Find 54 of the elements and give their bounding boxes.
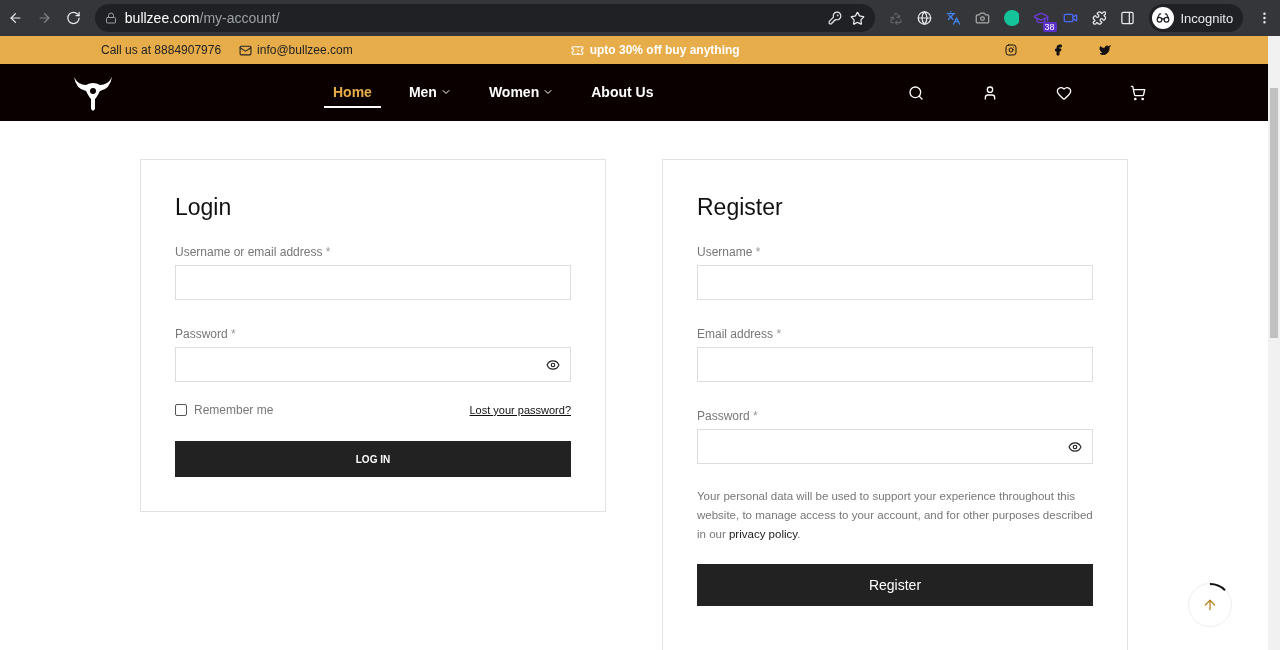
field-label: Username * <box>697 245 762 259</box>
star-icon[interactable] <box>849 10 865 26</box>
address-bar[interactable]: bullzee.com/my-account/ <box>94 4 875 32</box>
mail-icon <box>239 43 253 57</box>
search-icon[interactable] <box>908 84 924 101</box>
input-field[interactable] <box>697 265 1093 300</box>
field-label: Username or email address * <box>175 245 332 259</box>
lost-password-link[interactable]: Lost your password? <box>469 404 571 416</box>
profile-button[interactable]: Incognito <box>1149 4 1244 32</box>
cap-icon[interactable] <box>1032 10 1049 26</box>
scroll-to-top-button[interactable] <box>1188 583 1232 627</box>
twitter-icon[interactable] <box>1098 44 1111 56</box>
nav-link[interactable]: Women <box>479 64 564 121</box>
privacy-text: Your personal data will be used to support your experience throughout this website, to manage access to your account, and for other purposes described in our privacy policy. <box>697 489 1093 542</box>
login-button[interactable]: LOG IN <box>175 441 571 477</box>
side-panel-icon[interactable] <box>1120 10 1136 26</box>
nav-link[interactable]: Home <box>324 64 381 121</box>
back-icon[interactable] <box>8 10 23 26</box>
nav-link[interactable]: About Us <box>582 64 663 121</box>
register-title: Register <box>697 194 784 221</box>
checkbox-label: Remember me <box>194 403 274 417</box>
email-link[interactable]: info@bullzee.com <box>257 43 353 57</box>
puzzle-icon[interactable] <box>1091 10 1107 26</box>
input-field[interactable] <box>697 429 1093 464</box>
key-icon[interactable] <box>827 11 842 25</box>
globe-icon[interactable] <box>916 10 932 26</box>
promo-text: upto 30% off buy anything <box>589 43 740 57</box>
lock-icon <box>104 12 117 24</box>
url-path: /my-account/ <box>199 10 280 26</box>
eye-icon[interactable] <box>1068 439 1082 454</box>
instagram-icon[interactable] <box>1004 44 1017 56</box>
reload-icon[interactable] <box>65 10 81 26</box>
phone-text: Call us at 8884907976 <box>101 43 222 57</box>
nav-link[interactable]: Men <box>399 64 461 121</box>
heart-icon[interactable] <box>1056 84 1072 101</box>
eye-icon[interactable] <box>546 357 560 372</box>
field-label: Password * <box>697 409 759 423</box>
field-label: Password * <box>175 327 237 341</box>
login-title: Login <box>175 194 233 221</box>
field-label: Email address * <box>697 327 783 341</box>
ticket-icon <box>570 43 584 57</box>
progress-arc-icon <box>1209 583 1226 592</box>
user-icon[interactable] <box>982 84 998 101</box>
register-button[interactable]: Register <box>697 564 1093 606</box>
input-field[interactable] <box>697 347 1093 382</box>
checkbox[interactable] <box>175 404 187 416</box>
extension-badge: 38 <box>1042 22 1057 32</box>
input-field[interactable] <box>175 265 571 300</box>
input-field[interactable] <box>175 347 571 382</box>
cart-icon[interactable] <box>1130 84 1146 101</box>
url-host: bullzee.com <box>124 10 200 26</box>
translate-icon[interactable] <box>945 10 961 26</box>
incognito-icon <box>1156 11 1171 25</box>
camera-icon[interactable] <box>974 10 990 26</box>
